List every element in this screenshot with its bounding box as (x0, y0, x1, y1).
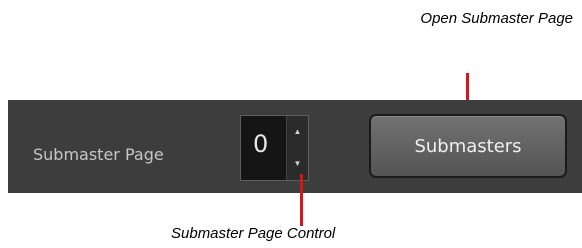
stepper-down-icon[interactable]: ▼ (287, 148, 308, 180)
submasters-button-label: Submasters (414, 135, 522, 157)
submaster-page-label: Submaster Page (33, 145, 164, 164)
stepper-up-icon[interactable]: ▲ (287, 116, 308, 148)
submaster-page-value[interactable]: 0 (253, 130, 268, 158)
submaster-toolbar: Submaster Page 0 ▲ ▼ Submasters (8, 100, 582, 193)
page-stepper: ▲ ▼ (286, 116, 308, 180)
callout-open-submaster-page: Open Submaster Page (420, 10, 573, 27)
submasters-button[interactable]: Submasters (369, 114, 567, 178)
leader-line-submaster-page-control (300, 174, 303, 226)
callout-submaster-page-control: Submaster Page Control (171, 225, 336, 242)
submaster-page-control[interactable]: 0 ▲ ▼ (240, 115, 309, 181)
